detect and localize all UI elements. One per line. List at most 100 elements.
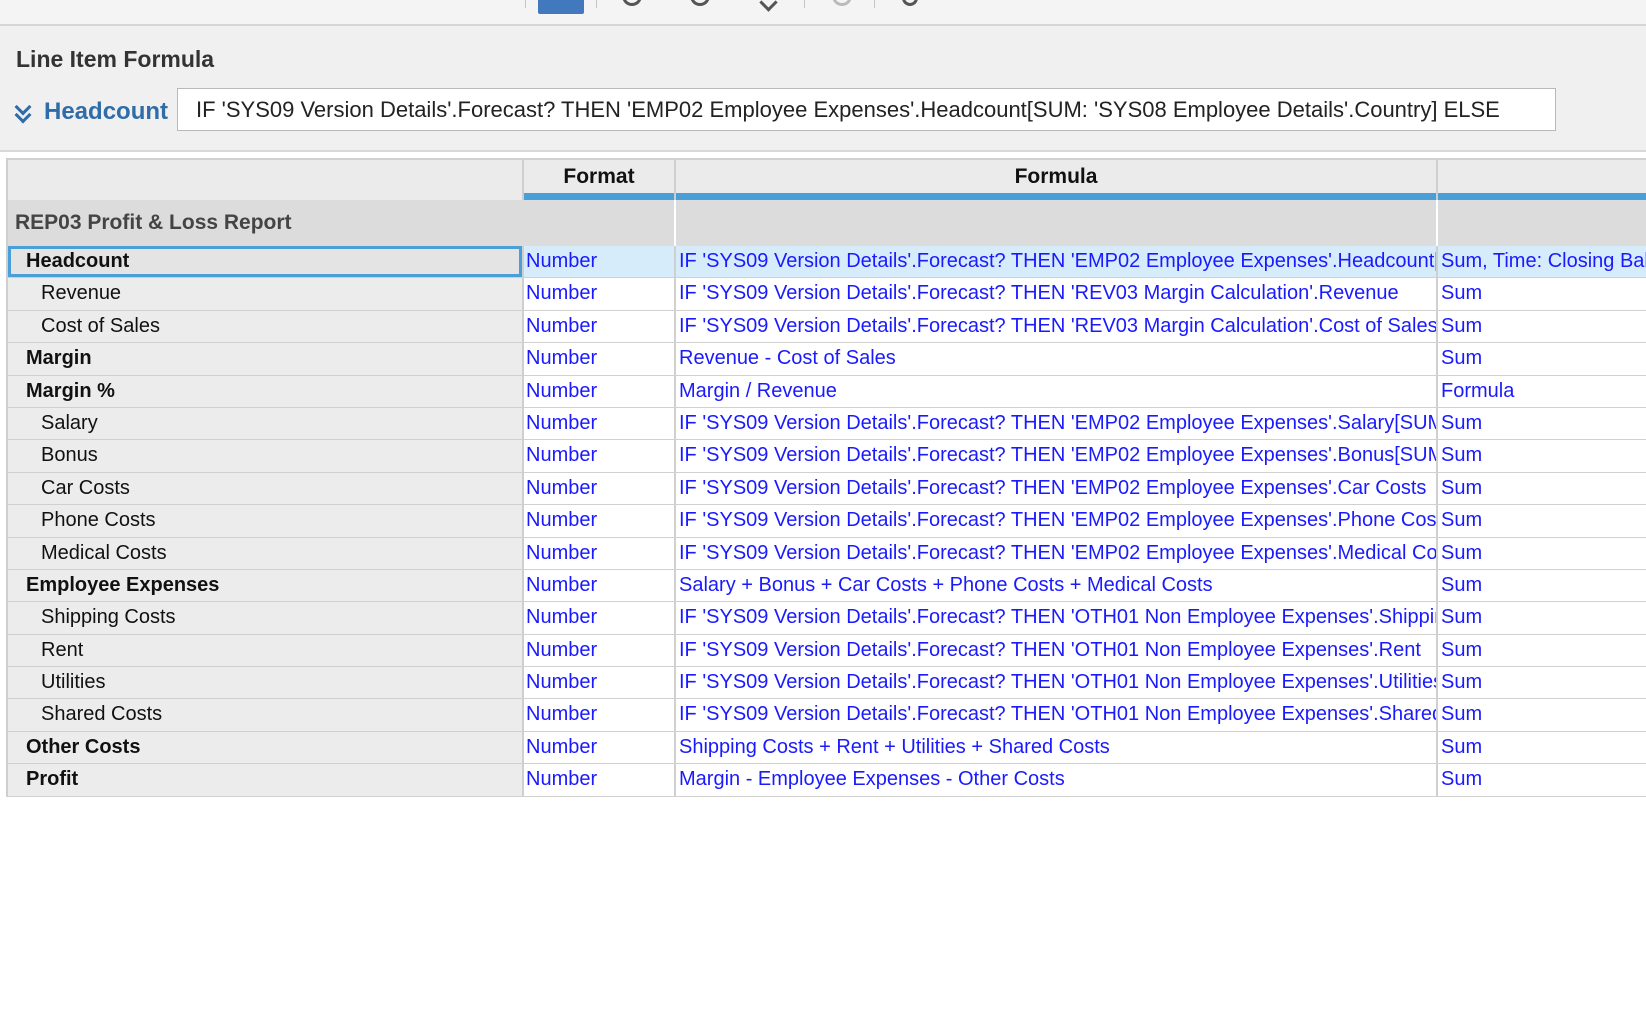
table-row[interactable]: Margin % Number Margin / Revenue Formula (8, 375, 1646, 408)
summary-cell[interactable]: Sum (1438, 732, 1646, 763)
formula-cell[interactable]: Shipping Costs + Rent + Utilities + Shar… (676, 732, 1437, 763)
formula-cell[interactable]: IF 'SYS09 Version Details'.Forecast? THE… (676, 602, 1437, 633)
formula-cell[interactable]: Margin / Revenue (676, 376, 1437, 407)
format-cell[interactable]: Number (524, 505, 676, 536)
summary-cell[interactable]: Sum (1438, 505, 1646, 536)
line-item-name[interactable]: Margin (8, 343, 522, 375)
format-cell[interactable]: Number (524, 473, 676, 504)
formula-cell[interactable]: IF 'SYS09 Version Details'.Forecast? THE… (676, 538, 1437, 569)
line-item-name[interactable]: Phone Costs (8, 505, 522, 537)
format-cell[interactable]: Number (524, 440, 676, 471)
formula-cell[interactable]: Salary + Bonus + Car Costs + Phone Costs… (676, 570, 1437, 601)
selected-line-item-name[interactable]: Headcount (44, 98, 168, 126)
formula-input[interactable]: IF 'SYS09 Version Details'.Forecast? THE… (177, 88, 1556, 131)
table-row[interactable]: Utilities Number IF 'SYS09 Version Details… (8, 667, 1646, 700)
table-row[interactable]: Cost of Sales Number IF 'SYS09 Version Det… (8, 310, 1646, 344)
table-row[interactable]: Headcount Number IF 'SYS09 Version Details… (8, 246, 1646, 279)
search-icon[interactable] (902, 0, 918, 6)
format-cell[interactable]: Number (524, 343, 676, 374)
format-cell[interactable]: Number (524, 246, 676, 278)
column-divider (522, 569, 524, 602)
line-item-name[interactable]: Cost of Sales (8, 310, 522, 343)
formula-cell[interactable]: Revenue - Cost of Sales (676, 343, 1437, 374)
summary-cell[interactable]: Formula (1438, 376, 1646, 407)
line-item-name[interactable]: Salary (8, 407, 522, 440)
summary-cell[interactable]: Sum, Time: Closing Balance (1438, 246, 1646, 278)
summary-cell[interactable]: Sum (1438, 278, 1646, 309)
line-item-name[interactable]: Bonus (8, 440, 522, 472)
redo-icon[interactable] (690, 0, 710, 6)
formula-cell[interactable]: IF 'SYS09 Version Details'.Forecast? THE… (676, 440, 1437, 471)
line-item-name[interactable]: Medical Costs (8, 537, 522, 569)
summary-cell[interactable]: Sum (1438, 343, 1646, 374)
table-row[interactable]: Rent Number IF 'SYS09 Version Details'.For… (8, 634, 1646, 668)
format-cell[interactable]: Number (524, 732, 676, 763)
table-row[interactable]: Car Costs Number IF 'SYS09 Version Details… (8, 472, 1646, 506)
format-cell[interactable]: Number (524, 408, 676, 439)
formula-cell[interactable]: IF 'SYS09 Version Details'.Forecast? THE… (676, 246, 1437, 278)
format-cell[interactable]: Number (524, 699, 676, 730)
summary-cell[interactable]: Sum (1438, 699, 1646, 730)
summary-cell[interactable]: Sum (1438, 635, 1646, 666)
line-item-name[interactable]: Margin % (8, 375, 522, 407)
chevron-down-icon[interactable] (759, 0, 778, 12)
formula-cell[interactable]: IF 'SYS09 Version Details'.Forecast? THE… (676, 473, 1437, 504)
double-chevron-down-icon[interactable] (12, 101, 34, 123)
summary-cell[interactable]: Sum (1438, 538, 1646, 569)
line-item-name[interactable]: Utilities (8, 667, 522, 699)
formula-cell[interactable]: IF 'SYS09 Version Details'.Forecast? THE… (676, 699, 1437, 730)
line-item-name[interactable]: Headcount (8, 246, 522, 278)
line-item-selector[interactable]: Headcount (12, 96, 168, 128)
line-item-name[interactable]: Car Costs (8, 472, 522, 505)
table-row[interactable]: Employee Expenses Number Salary + Bonus + … (8, 569, 1646, 603)
format-cell[interactable]: Number (524, 635, 676, 666)
line-item-name[interactable]: Shared Costs (8, 699, 522, 731)
table-row[interactable]: Bonus Number IF 'SYS09 Version Details'.Fo… (8, 440, 1646, 473)
summary-cell[interactable]: Sum (1438, 440, 1646, 471)
table-row[interactable]: Profit Number Margin - Employee Expenses -… (8, 764, 1646, 797)
line-item-name[interactable]: Profit (8, 764, 522, 796)
line-item-name[interactable]: Employee Expenses (8, 569, 522, 602)
formula-cell[interactable]: IF 'SYS09 Version Details'.Forecast? THE… (676, 278, 1437, 309)
line-item-name[interactable]: Other Costs (8, 731, 522, 764)
table-row[interactable]: Revenue Number IF 'SYS09 Version Details'.… (8, 278, 1646, 311)
undo-icon[interactable] (622, 0, 642, 6)
formula-cell[interactable]: IF 'SYS09 Version Details'.Forecast? THE… (676, 635, 1437, 666)
summary-cell[interactable]: Sum (1438, 570, 1646, 601)
format-cell[interactable]: Number (524, 764, 676, 795)
table-row[interactable]: Salary Number IF 'SYS09 Version Details'.F… (8, 407, 1646, 441)
format-cell[interactable]: Number (524, 538, 676, 569)
summary-cell[interactable]: Sum (1438, 764, 1646, 795)
summary-cell[interactable]: Sum (1438, 311, 1646, 342)
summary-cell[interactable]: Sum (1438, 473, 1646, 504)
column-header-format[interactable]: Format (524, 160, 674, 194)
column-header-accent (524, 193, 674, 200)
summary-cell[interactable]: Sum (1438, 602, 1646, 633)
format-cell[interactable]: Number (524, 311, 676, 342)
line-item-name[interactable]: Revenue (8, 278, 522, 310)
format-cell[interactable]: Number (524, 376, 676, 407)
format-cell[interactable]: Number (524, 667, 676, 698)
format-cell[interactable]: Number (524, 278, 676, 309)
format-cell[interactable]: Number (524, 570, 676, 601)
summary-cell[interactable]: Sum (1438, 667, 1646, 698)
table-row[interactable]: Phone Costs Number IF 'SYS09 Version Detai… (8, 505, 1646, 538)
table-row[interactable]: Medical Costs Number IF 'SYS09 Version Det… (8, 537, 1646, 570)
formula-cell[interactable]: IF 'SYS09 Version Details'.Forecast? THE… (676, 311, 1437, 342)
column-divider (674, 440, 676, 472)
format-cell[interactable]: Number (524, 602, 676, 633)
column-header-formula[interactable]: Formula (676, 160, 1436, 194)
line-item-name[interactable]: Rent (8, 634, 522, 667)
table-row[interactable]: Other Costs Number Shipping Costs + Rent +… (8, 731, 1646, 765)
column-divider (674, 200, 676, 246)
table-row[interactable]: Margin Number Revenue - Cost of Sales Sum (8, 343, 1646, 376)
formula-cell[interactable]: IF 'SYS09 Version Details'.Forecast? THE… (676, 505, 1437, 536)
line-item-name[interactable]: Shipping Costs (8, 602, 522, 634)
summary-cell[interactable]: Sum (1438, 408, 1646, 439)
table-row[interactable]: Shared Costs Number IF 'SYS09 Version Deta… (8, 699, 1646, 732)
formula-cell[interactable]: IF 'SYS09 Version Details'.Forecast? THE… (676, 408, 1437, 439)
table-row[interactable]: Shipping Costs Number IF 'SYS09 Version De… (8, 602, 1646, 635)
zoom-icon[interactable] (538, 0, 584, 14)
formula-cell[interactable]: Margin - Employee Expenses - Other Costs (676, 764, 1437, 795)
formula-cell[interactable]: IF 'SYS09 Version Details'.Forecast? THE… (676, 667, 1437, 698)
